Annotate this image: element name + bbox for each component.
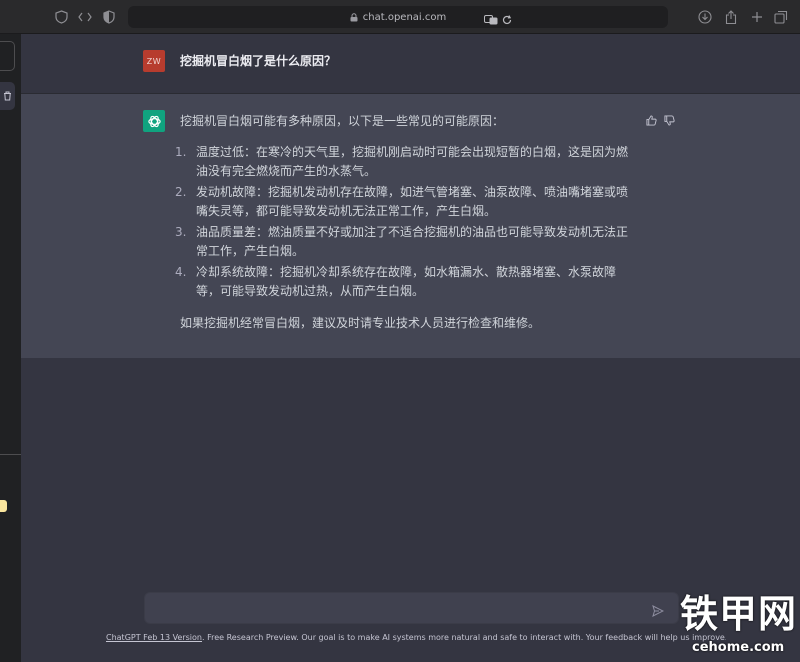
tab-overview-icon[interactable] (772, 8, 790, 26)
feedback-buttons (646, 111, 675, 130)
user-avatar: ZW (143, 50, 165, 72)
privacy-shield-icon[interactable] (100, 8, 118, 26)
list-number: 2. (175, 185, 187, 199)
list-text: 发动机故障：挖掘机发动机存在故障，如进气管堵塞、油泵故障、喷油嘴堵塞或喷嘴失灵等… (196, 185, 629, 218)
assistant-message-text: 挖掘机冒白烟可能有多种原因，以下是一些常见的可能原因： 1. 温度过低：在寒冷的天… (175, 112, 630, 333)
shield-icon[interactable] (52, 8, 70, 26)
cause-list: 1. 温度过低：在寒冷的天气里，挖掘机刚启动时可能会出现短暂的白烟，这是因为燃油没… (175, 143, 630, 301)
reload-icon[interactable] (502, 10, 512, 25)
sidebar-divider (0, 454, 21, 455)
assistant-intro: 挖掘机冒白烟可能有多种原因，以下是一些常见的可能原因： (180, 114, 505, 128)
share-icon[interactable] (722, 8, 740, 26)
watermark-logo: 铁甲网 cehome.com (680, 592, 798, 660)
version-link[interactable]: ChatGPT Feb 13 Version (106, 633, 202, 642)
thumbs-down-icon[interactable] (664, 111, 675, 130)
new-chat-button[interactable] (0, 41, 15, 71)
download-icon[interactable] (696, 8, 714, 26)
thumbs-up-icon[interactable] (646, 111, 657, 130)
user-message-text: 挖掘机冒白烟了是什么原因？ (180, 54, 337, 68)
list-item: 1. 温度过低：在寒冷的天气里，挖掘机刚启动时可能会出现短暂的白烟，这是因为燃油没… (175, 143, 630, 181)
assistant-outro: 如果挖掘机经常冒白烟，建议及时请专业技术人员进行检查和维修。 (180, 316, 541, 330)
browser-toolbar: chat.openai.com (0, 0, 800, 34)
message-input[interactable] (144, 592, 679, 624)
send-icon[interactable] (652, 602, 666, 617)
watermark-chinese: 铁甲网 (680, 592, 798, 636)
list-number: 4. (175, 265, 187, 279)
trash-icon[interactable] (3, 91, 12, 101)
chatgpt-logo-icon (143, 110, 165, 132)
assistant-message-row: 挖掘机冒白烟可能有多种原因，以下是一些常见的可能原因： 1. 温度过低：在寒冷的天… (21, 94, 800, 358)
footer-disclaimer: ChatGPT Feb 13 Version. Free Research Pr… (106, 633, 726, 642)
sidebar-item-active-chat[interactable] (0, 82, 15, 110)
url-text: chat.openai.com (362, 11, 447, 23)
list-item: 3. 油品质量差：燃油质量不好或加注了不适合挖掘机的油品也可能导致发动机无法正常工… (175, 223, 630, 261)
list-item: 4. 冷却系统故障：挖掘机冷却系统存在故障，如水箱漏水、散热器堵塞、水泵故障等，可… (175, 263, 630, 301)
code-icon[interactable] (76, 8, 94, 26)
translate-icon[interactable] (484, 10, 498, 25)
footer-text: . Free Research Preview. Our goal is to … (202, 633, 726, 642)
list-number: 3. (175, 225, 187, 239)
new-tab-icon[interactable] (748, 8, 766, 26)
address-bar[interactable]: chat.openai.com (128, 6, 668, 28)
sidebar (0, 34, 21, 662)
list-text: 温度过低：在寒冷的天气里，挖掘机刚启动时可能会出现短暂的白烟，这是因为燃油没有完… (196, 145, 629, 178)
list-item: 2. 发动机故障：挖掘机发动机存在故障，如进气管堵塞、油泵故障、喷油嘴堵塞或喷嘴失… (175, 183, 630, 221)
list-text: 油品质量差：燃油质量不好或加注了不适合挖掘机的油品也可能导致发动机无法正常工作，… (196, 225, 629, 258)
sidebar-badge[interactable] (0, 500, 7, 512)
list-text: 冷却系统故障：挖掘机冷却系统存在故障，如水箱漏水、散热器堵塞、水泵故障等，可能导… (196, 265, 617, 298)
lock-icon (350, 12, 358, 21)
watermark-url: cehome.com (692, 640, 785, 655)
list-number: 1. (175, 145, 187, 159)
user-message-row: ZW 挖掘机冒白烟了是什么原因？ (21, 34, 800, 94)
chat-main: ZW 挖掘机冒白烟了是什么原因？ 挖掘机冒白烟可能有多种原因，以下是一些常见的可… (21, 34, 800, 662)
